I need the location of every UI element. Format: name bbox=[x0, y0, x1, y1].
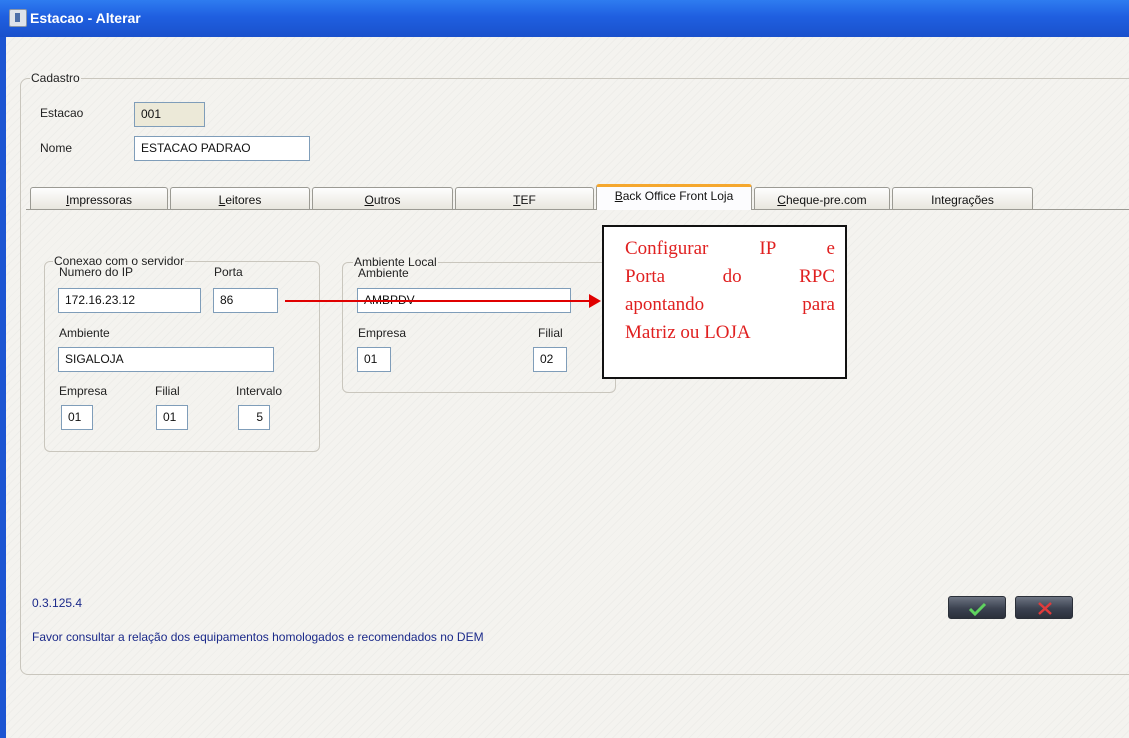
estacao-label: Estacao bbox=[40, 106, 84, 120]
porta-field[interactable]: 86 bbox=[213, 288, 278, 313]
intervalo-label: Intervalo bbox=[236, 384, 283, 398]
annotation-line-3: apontando para bbox=[625, 294, 835, 315]
servidor-filial-label: Filial bbox=[155, 384, 180, 398]
window-title: Estacao - Alterar bbox=[30, 10, 141, 26]
local-filial-label: Filial bbox=[538, 326, 563, 340]
tab-cheque-pre[interactable]: Cheque-pre.com bbox=[754, 187, 890, 209]
title-bar: Estacao - Alterar bbox=[0, 0, 1129, 37]
annotation-arrow bbox=[285, 300, 591, 302]
tab-integracoes[interactable]: Integrações bbox=[892, 187, 1033, 209]
servidor-empresa-label: Empresa bbox=[59, 384, 108, 398]
local-empresa-label: Empresa bbox=[358, 326, 407, 340]
annotation-line-4: Matriz ou LOJA bbox=[625, 322, 751, 343]
close-icon bbox=[1038, 602, 1052, 615]
tab-impressoras[interactable]: Impressoras bbox=[30, 187, 168, 209]
tab-leitores[interactable]: Leitores bbox=[170, 187, 310, 209]
tabs-baseline bbox=[26, 209, 1129, 210]
tab-tef[interactable]: TEF bbox=[455, 187, 594, 209]
confirm-button[interactable] bbox=[948, 596, 1006, 619]
local-filial-field[interactable]: 02 bbox=[533, 347, 567, 372]
servidor-ambiente-label: Ambiente bbox=[59, 326, 110, 340]
tab-outros[interactable]: Outros bbox=[312, 187, 453, 209]
nome-label: Nome bbox=[40, 141, 73, 155]
local-empresa-field[interactable]: 01 bbox=[357, 347, 391, 372]
annotation-line-1: Configurar IP e bbox=[625, 238, 835, 259]
ip-field[interactable]: 172.16.23.12 bbox=[58, 288, 201, 313]
check-icon bbox=[968, 602, 987, 617]
local-ambiente-label: Ambiente bbox=[358, 266, 409, 280]
intervalo-field[interactable]: 5 bbox=[238, 405, 270, 430]
servidor-ambiente-field[interactable]: SIGALOJA bbox=[58, 347, 274, 372]
nome-field[interactable]: ESTACAO PADRAO bbox=[134, 136, 310, 161]
version-label: 0.3.125.4 bbox=[32, 596, 83, 610]
footer-note: Favor consultar a relação dos equipament… bbox=[32, 630, 484, 644]
porta-label: Porta bbox=[214, 265, 243, 279]
annotation-callout: Configurar IP e Porta do RPC apontando p… bbox=[602, 225, 847, 379]
app-icon bbox=[9, 9, 27, 27]
ip-label: Numero do IP bbox=[59, 265, 134, 279]
tab-back-office-front-loja[interactable]: Back Office Front Loja bbox=[596, 184, 752, 210]
cadastro-legend: Cadastro bbox=[30, 71, 81, 85]
annotation-arrow-head bbox=[589, 294, 601, 308]
estacao-field[interactable]: 001 bbox=[134, 102, 205, 127]
servidor-filial-field[interactable]: 01 bbox=[156, 405, 188, 430]
annotation-line-2: Porta do RPC bbox=[625, 266, 835, 287]
cancel-button[interactable] bbox=[1015, 596, 1073, 619]
servidor-empresa-field[interactable]: 01 bbox=[61, 405, 93, 430]
